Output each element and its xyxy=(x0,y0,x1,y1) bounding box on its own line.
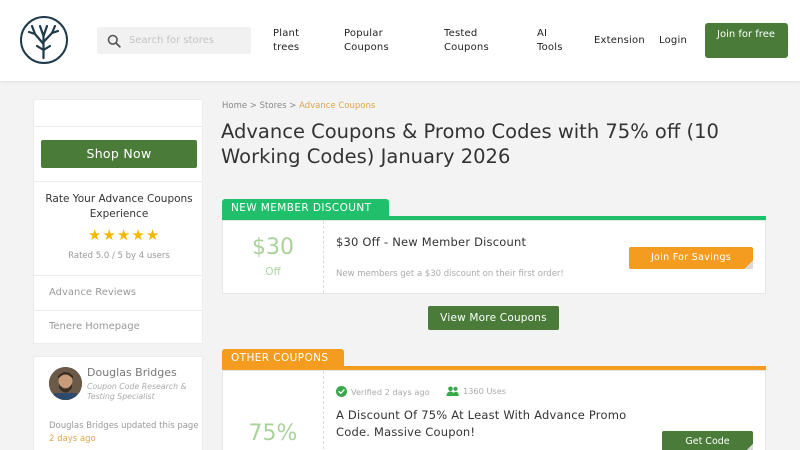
rate-title: Rate Your Advance Coupons Experience xyxy=(45,193,193,220)
search-icon xyxy=(107,34,121,48)
star-icon[interactable]: ★ xyxy=(131,228,144,243)
corner-fold xyxy=(744,444,753,450)
author-role: Coupon Code Research & Testing Specialis… xyxy=(87,382,187,401)
verified-text: Verified 2 days ago xyxy=(351,386,430,397)
coupon-description: New members get a $30 discount on their … xyxy=(336,269,564,279)
verified-meta: Verified 2 days ago xyxy=(336,386,430,397)
updated-ago: 2 days ago xyxy=(49,434,96,444)
divider xyxy=(34,181,202,182)
search-input[interactable] xyxy=(129,35,247,46)
verified-check-icon xyxy=(336,386,347,397)
nav-extension[interactable]: Extension xyxy=(594,34,645,48)
coupon-card: 75% Verified 2 days ago 1360 Uses A Disc… xyxy=(222,370,766,450)
get-code-label: Get Code xyxy=(685,436,730,447)
site-header: Plant trees Popular Coupons Tested Coupo… xyxy=(0,0,800,81)
divider xyxy=(34,126,202,127)
coupon-title[interactable]: A Discount Of 75% At Least With Advance … xyxy=(336,407,646,441)
coupon-amount: $30 xyxy=(252,235,294,260)
join-for-savings-button[interactable]: Join For Savings xyxy=(629,247,753,269)
corner-fold xyxy=(744,260,753,269)
join-for-savings-label: Join For Savings xyxy=(650,252,732,263)
coupon-amount-sub: Off xyxy=(265,266,281,278)
star-icon[interactable]: ★ xyxy=(88,228,101,243)
updated-prefix: Douglas Bridges updated this page xyxy=(49,421,199,431)
author-name[interactable]: Douglas Bridges xyxy=(87,366,177,379)
divider xyxy=(34,275,202,276)
nav-tested-coupons[interactable]: Tested Coupons xyxy=(444,27,499,54)
nav-plant-trees[interactable]: Plant trees xyxy=(273,27,313,54)
star-icon[interactable]: ★ xyxy=(117,228,130,243)
shop-now-button[interactable]: Shop Now xyxy=(41,140,197,168)
join-button[interactable]: Join for free xyxy=(705,23,788,58)
coupon-divider xyxy=(323,371,324,450)
get-code-button[interactable]: Get Code xyxy=(662,431,753,450)
coupon-title[interactable]: $30 Off - New Member Discount xyxy=(336,235,526,249)
rating-summary: Rated 5.0 / 5 by 4 users xyxy=(68,251,170,261)
uses-meta: 1360 Uses xyxy=(446,386,506,396)
coupon-amount: 75% xyxy=(248,421,298,446)
link-advance-reviews[interactable]: Advance Reviews xyxy=(49,287,136,298)
nav-ai-tools[interactable]: AI Tools xyxy=(537,27,569,54)
star-icon[interactable]: ★ xyxy=(102,228,115,243)
search-bar[interactable] xyxy=(97,27,251,54)
link-tenere-homepage[interactable]: Tenere Homepage xyxy=(49,321,140,332)
uses-text: 1360 Uses xyxy=(463,386,507,396)
breadcrumb-current: Advance Coupons xyxy=(299,101,376,111)
breadcrumb-home[interactable]: Home xyxy=(222,101,247,111)
breadcrumb-stores[interactable]: Stores xyxy=(260,101,287,111)
coupon-divider xyxy=(323,221,324,293)
star-icon[interactable]: ★ xyxy=(146,228,159,243)
nav-popular-coupons[interactable]: Popular Coupons xyxy=(344,27,404,54)
nav-login[interactable]: Login xyxy=(659,34,687,48)
coupon-card: $30 Off $30 Off - New Member Discount Ne… xyxy=(222,220,766,294)
view-more-coupons-button[interactable]: View More Coupons xyxy=(428,306,559,330)
users-icon xyxy=(446,386,459,396)
author-avatar xyxy=(49,367,82,400)
updated-note: Douglas Bridges updated this page 2 days… xyxy=(49,420,199,446)
page-title: Advance Coupons & Promo Codes with 75% o… xyxy=(221,120,719,168)
tree-logo-icon[interactable] xyxy=(20,16,68,64)
rating-stars[interactable]: ★ ★ ★ ★ ★ xyxy=(88,228,159,243)
breadcrumb: Home > Stores > Advance Coupons xyxy=(222,101,376,111)
